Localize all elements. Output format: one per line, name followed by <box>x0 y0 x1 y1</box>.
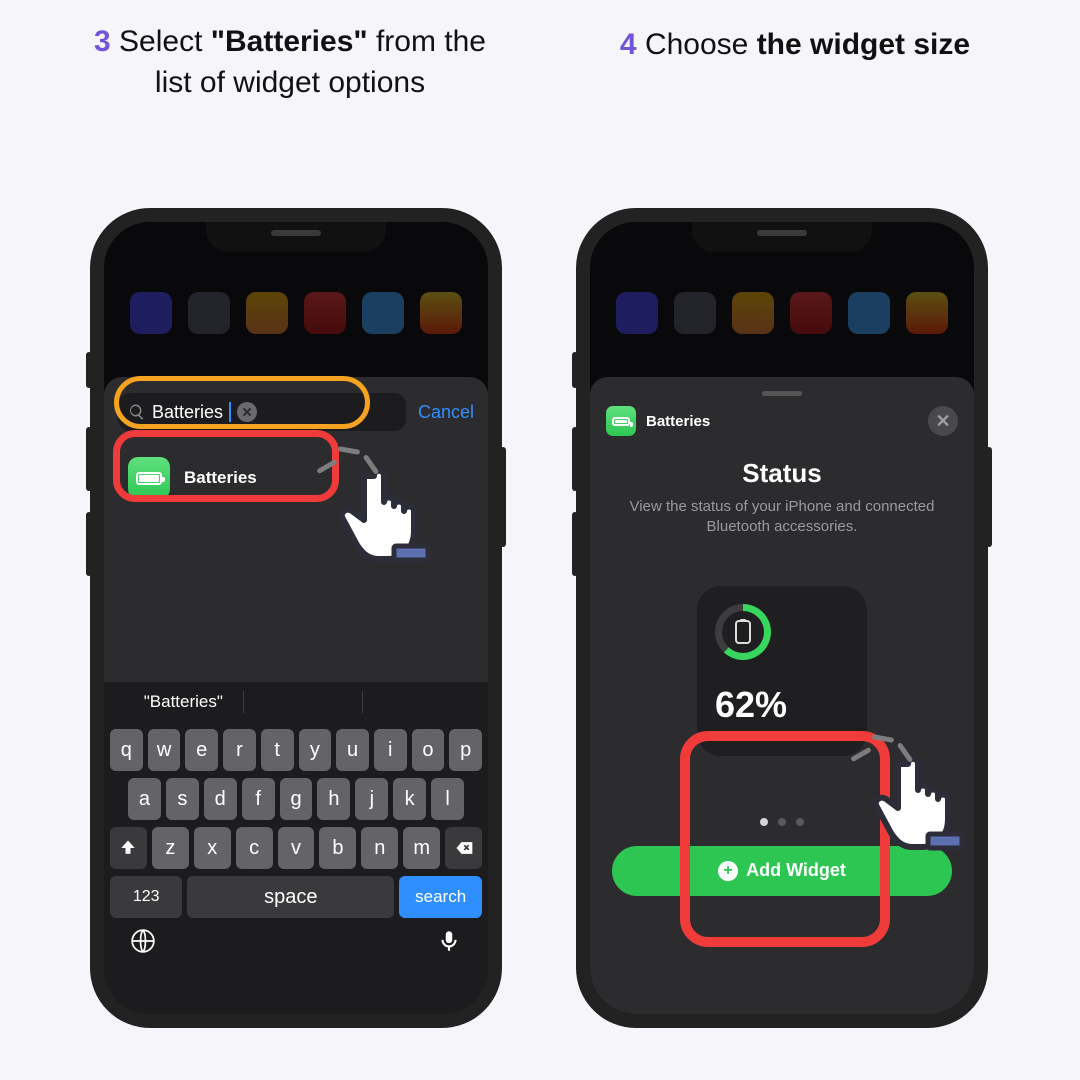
keyboard: "Batteries" q w e r t y u i o p a s d f … <box>104 682 488 1014</box>
key-a[interactable]: a <box>128 778 161 820</box>
cancel-button[interactable]: Cancel <box>418 402 474 423</box>
keyboard-row-2: a s d f g h j k l <box>110 778 482 820</box>
tap-cursor-right <box>864 736 974 861</box>
close-button[interactable]: ✕ <box>928 406 958 436</box>
keyboard-suggestion-bar: "Batteries" <box>110 682 482 722</box>
key-m[interactable]: m <box>403 827 440 869</box>
key-backspace[interactable] <box>445 827 482 869</box>
key-shift[interactable] <box>110 827 147 869</box>
key-c[interactable]: c <box>236 827 273 869</box>
notch <box>692 222 872 252</box>
step-4-caption: 4 Choose the widget size <box>580 25 1010 66</box>
keyboard-suggestion[interactable]: "Batteries" <box>124 692 243 712</box>
key-f[interactable]: f <box>242 778 275 820</box>
key-t[interactable]: t <box>261 729 294 771</box>
key-h[interactable]: h <box>317 778 350 820</box>
keyboard-row-1: q w e r t y u i o p <box>110 729 482 771</box>
key-e[interactable]: e <box>185 729 218 771</box>
key-i[interactable]: i <box>374 729 407 771</box>
key-r[interactable]: r <box>223 729 256 771</box>
step-3-num: 3 <box>94 25 111 58</box>
shift-icon <box>118 838 138 858</box>
keyboard-row-4: 123 space search <box>110 876 482 918</box>
key-v[interactable]: v <box>278 827 315 869</box>
globe-icon[interactable] <box>130 928 156 954</box>
widget-description: View the status of your iPhone and conne… <box>606 497 958 538</box>
key-s[interactable]: s <box>166 778 199 820</box>
notch <box>206 222 386 252</box>
homescreen-apps <box>104 292 488 334</box>
phone-right: Batteries ✕ Status View the status of yo… <box>576 208 988 1028</box>
step-4-num: 4 <box>620 28 637 61</box>
batteries-app-icon <box>606 406 636 436</box>
widget-preview-small[interactable]: 62% <box>697 586 867 756</box>
key-d[interactable]: d <box>204 778 237 820</box>
key-w[interactable]: w <box>148 729 181 771</box>
widget-config-sheet: Batteries ✕ Status View the status of yo… <box>590 377 974 1014</box>
sheet-title: Batteries <box>646 413 710 430</box>
highlight-widget-size <box>680 731 890 947</box>
key-n[interactable]: n <box>361 827 398 869</box>
key-l[interactable]: l <box>431 778 464 820</box>
key-j[interactable]: j <box>355 778 388 820</box>
key-search[interactable]: search <box>399 876 482 918</box>
sheet-grabber[interactable] <box>762 391 802 396</box>
key-o[interactable]: o <box>412 729 445 771</box>
key-space[interactable]: space <box>187 876 394 918</box>
key-z[interactable]: z <box>152 827 189 869</box>
key-p[interactable]: p <box>449 729 482 771</box>
backspace-icon <box>454 838 474 858</box>
battery-ring-icon <box>715 604 771 660</box>
key-123[interactable]: 123 <box>110 876 182 918</box>
key-k[interactable]: k <box>393 778 426 820</box>
close-icon: ✕ <box>935 411 950 432</box>
key-g[interactable]: g <box>280 778 313 820</box>
key-u[interactable]: u <box>336 729 369 771</box>
battery-percent: 62% <box>715 684 849 726</box>
mic-icon[interactable] <box>436 928 462 954</box>
tap-cursor-left <box>330 448 440 573</box>
keyboard-row-3: z x c v b n m <box>110 827 482 869</box>
widget-title: Status <box>606 458 958 489</box>
key-b[interactable]: b <box>319 827 356 869</box>
phone-left: Batteries Cancel Batteries "Batteries" q… <box>90 208 502 1028</box>
key-q[interactable]: q <box>110 729 143 771</box>
highlight-batteries-result <box>113 430 339 502</box>
homescreen-apps <box>590 292 974 334</box>
key-x[interactable]: x <box>194 827 231 869</box>
highlight-search-box <box>114 376 370 429</box>
key-y[interactable]: y <box>299 729 332 771</box>
step-3-caption: 3 Select "Batteries" from the list of wi… <box>75 22 505 103</box>
